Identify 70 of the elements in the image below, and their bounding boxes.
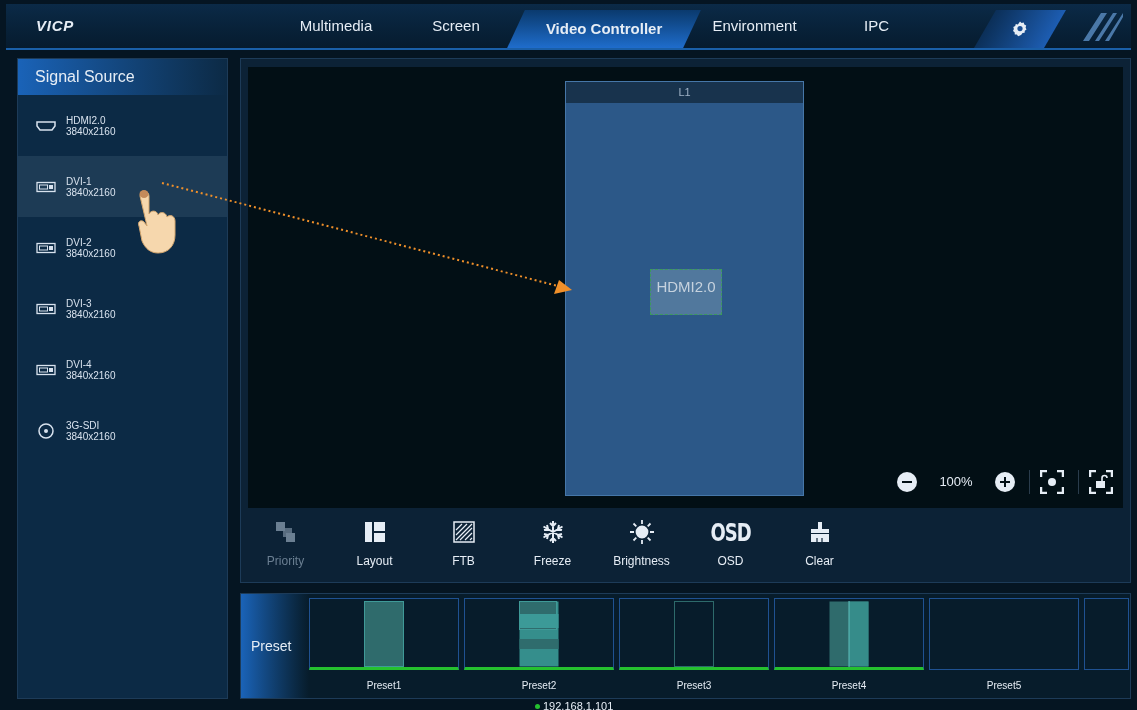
zoom-level: 100% <box>938 473 974 492</box>
hdmi-port-icon <box>36 119 56 132</box>
preset-label: Preset4 <box>831 679 867 693</box>
source-name: DVI-3 <box>66 297 93 309</box>
source-name: DVI-2 <box>66 236 93 248</box>
stacked-squares-icon <box>274 521 297 544</box>
source-resolution: 3840x2160 <box>66 247 116 259</box>
settings-icon <box>1011 20 1029 38</box>
dvi-port-icon <box>36 302 56 315</box>
bnc-port-icon <box>37 421 55 440</box>
preset-slot[interactable] <box>774 598 924 670</box>
toolbar-button[interactable]: Clear <box>782 520 857 571</box>
layout-thumbnail <box>829 601 869 667</box>
zoom-in-button[interactable] <box>995 472 1015 493</box>
source-item[interactable]: DVI-4 3840x2160 <box>18 339 227 400</box>
source-item[interactable]: HDMI2.0 3840x2160 <box>18 95 227 156</box>
layout-icon <box>363 521 386 544</box>
layout-thumbnail <box>674 601 714 667</box>
online-status-icon <box>535 703 540 709</box>
source-resolution: 3840x2160 <box>66 125 116 137</box>
unlock-button[interactable] <box>1078 470 1113 495</box>
preset-slot[interactable] <box>619 598 769 670</box>
layout-thumbnail <box>519 601 559 667</box>
source-resolution: 3840x2160 <box>66 186 116 198</box>
plus-icon <box>1000 477 1010 488</box>
fit-screen-button[interactable] <box>1029 470 1064 495</box>
toolbar-button[interactable]: Layout <box>337 520 412 571</box>
osd-icon: OSD <box>710 517 751 548</box>
dvi-port-icon <box>36 363 56 376</box>
layout-thumbnail <box>364 601 404 667</box>
source-resolution: 3840x2160 <box>66 430 116 442</box>
ip-address: 192.168.1.101 <box>543 700 614 710</box>
source-name: DVI-4 <box>66 358 93 370</box>
minus-icon <box>902 481 912 484</box>
layer-label: L1 <box>678 85 691 101</box>
panel-title: Signal Source <box>35 67 135 87</box>
nav-tab[interactable]: Video Controller <box>507 10 702 48</box>
preset-title: Preset <box>251 636 292 656</box>
logo: VICP <box>36 15 75 36</box>
focus-icon <box>1040 470 1064 495</box>
source-name: HDMI2.0 <box>66 114 107 126</box>
source-item[interactable]: DVI-1 3840x2160 <box>18 156 227 217</box>
source-item[interactable]: DVI-3 3840x2160 <box>18 278 227 339</box>
source-resolution: 3840x2160 <box>66 308 116 320</box>
preset-label: Preset1 <box>366 679 402 693</box>
sun-icon <box>628 519 655 546</box>
dvi-port-icon <box>36 241 56 254</box>
dvi-port-icon <box>36 180 56 193</box>
toolbar-button[interactable]: Freeze <box>515 520 590 571</box>
toolbar-button[interactable]: Brightness <box>604 520 679 571</box>
zoom-out-button[interactable] <box>897 472 917 493</box>
unlock-icon <box>1089 470 1113 495</box>
nav-tab[interactable]: Multimedia <box>276 4 396 48</box>
source-resolution: 3840x2160 <box>66 369 116 381</box>
source-name: 3G-SDI <box>66 419 101 431</box>
source-name: DVI-1 <box>66 175 93 187</box>
window-label: HDMI2.0 <box>656 277 716 297</box>
nav-tab[interactable]: IPC <box>816 4 937 48</box>
preset-slot[interactable] <box>309 598 459 670</box>
preset-label: Preset5 <box>986 679 1022 693</box>
brush-icon <box>808 521 831 544</box>
preset-label: Preset3 <box>676 679 712 693</box>
preset-slot[interactable] <box>464 598 614 670</box>
toolbar-button[interactable]: FTB <box>426 520 501 571</box>
preset-label: Preset2 <box>521 679 557 693</box>
source-item[interactable]: DVI-2 3840x2160 <box>18 217 227 278</box>
source-item[interactable]: 3G-SDI 3840x2160 <box>18 400 227 461</box>
hatched-square-icon <box>452 521 475 544</box>
snowflake-icon <box>540 520 565 545</box>
toolbar-button[interactable]: OSD OSD <box>693 520 768 571</box>
